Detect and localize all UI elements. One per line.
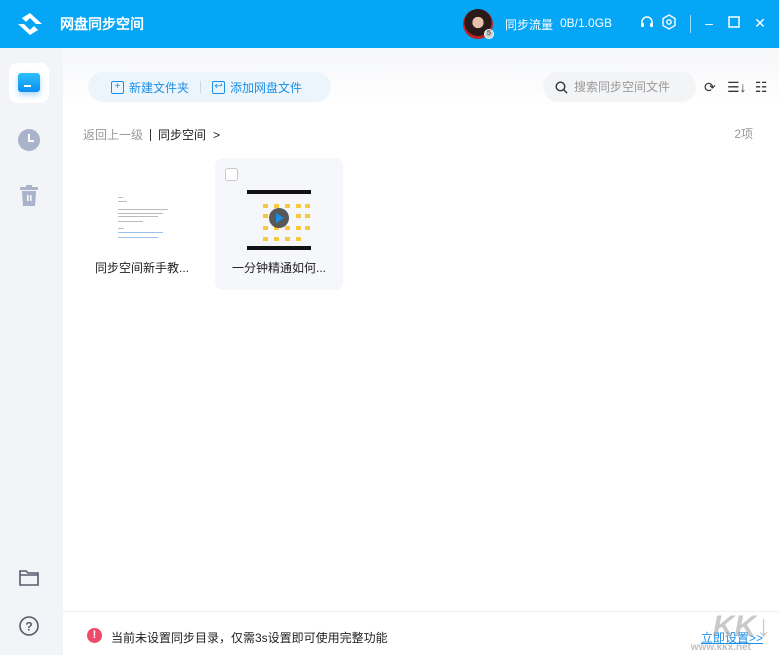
watermark-url: www.kkx.net [690,642,751,653]
sidebar-item-trash-icon[interactable] [17,184,41,208]
sidebar-help-icon[interactable]: ? [17,614,41,638]
import-file-icon: ↩ [212,80,226,94]
document-thumbnail [116,193,176,248]
avatar-level-badge: 5 [484,29,494,39]
search-box [543,72,696,102]
watermark-logo: KK↓ [712,610,771,643]
main-panel: + 新建文件夹 ↩ 添加网盘文件 ⟳ ☰↓ ☷ 返回上一级 同步空间 > 2项 同步… [63,48,779,655]
breadcrumb: 返回上一级 同步空间 > [83,126,220,143]
list-view-icon[interactable]: ☷ [755,79,768,95]
add-netdisk-file-button[interactable]: ↩ 添加网盘文件 [212,79,302,96]
sync-flow-label: 同步流量 [505,18,554,32]
app-title: 网盘同步空间 [60,16,144,32]
video-thumbnail [247,190,311,250]
sync-warning-bar: ! 当前未设置同步目录，仅需3s设置即可使用完整功能 立即设置>> [63,611,779,655]
sidebar-open-folder-icon[interactable] [17,566,41,590]
search-input[interactable] [574,80,684,94]
warning-text: 当前未设置同步目录，仅需3s设置即可使用完整功能 [111,631,388,645]
add-netdisk-file-label: 添加网盘文件 [230,80,303,95]
file-name: 同步空间新手教... [94,261,189,275]
new-folder-label: 新建文件夹 [129,80,190,95]
breadcrumb-current[interactable]: 同步空间 [158,126,206,143]
sidebar: ? [0,48,63,655]
plus-file-icon: + [111,80,124,94]
file-item[interactable]: 一分钟精通如何... [215,158,343,290]
warning-icon: ! [87,628,102,643]
file-name: 一分钟精通如何... [231,261,326,275]
sync-flow-value: 0B/1.0GB [560,16,613,30]
play-icon [269,208,289,228]
sidebar-item-sync-space[interactable] [9,63,49,103]
action-pill: + 新建文件夹 ↩ 添加网盘文件 [88,72,331,102]
minimize-button[interactable]: – [700,14,718,32]
maximize-button[interactable] [725,14,743,32]
settings-gear-icon[interactable] [660,14,678,32]
breadcrumb-arrow: > [213,127,221,142]
divider [200,81,202,93]
titlebar-divider [690,15,691,33]
headset-icon[interactable] [638,14,656,32]
file-checkbox[interactable] [225,168,238,181]
sort-icon[interactable]: ☰↓ [727,79,747,95]
breadcrumb-separator [150,128,152,141]
close-button[interactable]: ✕ [751,14,769,32]
refresh-icon[interactable]: ⟳ [704,79,716,95]
new-folder-button[interactable]: + 新建文件夹 [111,79,189,96]
search-icon [555,80,568,94]
file-item[interactable]: 同步空间新手教... [78,158,206,290]
title-bar: 网盘同步空间 5 同步流量 0B/1.0GB – ✕ [0,0,779,48]
back-link[interactable]: 返回上一级 [83,126,143,143]
app-logo-icon [18,13,42,35]
item-count: 2项 [734,127,753,141]
sidebar-item-recent-clock-icon[interactable] [17,128,41,152]
folder-icon [18,73,40,92]
svg-text:?: ? [25,620,32,634]
